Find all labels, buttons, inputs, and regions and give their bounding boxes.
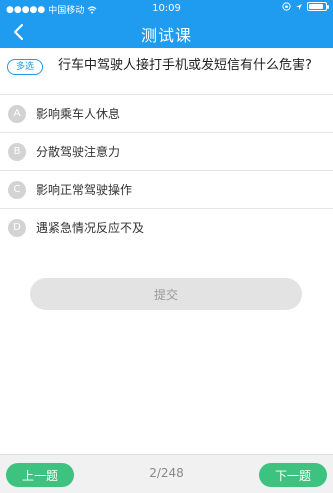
question-panel: 多选 行车中驾驶人接打手机或发短信有什么危害? A 影响乘车人休息 B 分散驾驶… <box>0 48 333 454</box>
next-question-button[interactable]: 下一题 <box>259 463 327 487</box>
option-text: 影响正常驾驶操作 <box>36 183 133 197</box>
submit-button[interactable]: 提交 <box>30 278 302 310</box>
option-letter: A <box>8 104 26 123</box>
question-type-badge: 多选 <box>7 59 43 75</box>
option-text: 遇紧急情况反应不及 <box>36 221 145 235</box>
question: 多选 行车中驾驶人接打手机或发短信有什么危害? <box>0 48 333 94</box>
option-letter: C <box>8 180 26 199</box>
location-icon <box>296 3 302 10</box>
option-text: 分散驾驶注意力 <box>36 145 121 159</box>
question-text: 行车中驾驶人接打手机或发短信有什么危害? <box>58 58 312 73</box>
battery-icon <box>307 2 329 11</box>
app-header: ●●●●● 中国移动 10:09 测试课 <box>0 0 333 48</box>
status-right <box>282 2 329 11</box>
option-text: 影响乘车人休息 <box>36 107 121 121</box>
option-letter: D <box>8 218 26 237</box>
option-letter: B <box>8 142 26 161</box>
nav-bar: 测试课 <box>0 16 333 48</box>
battery-level <box>309 4 324 9</box>
option-d[interactable]: D 遇紧急情况反应不及 <box>0 208 333 246</box>
footer-nav: 上一题 2/248 下一题 <box>0 454 333 493</box>
status-bar: ●●●●● 中国移动 10:09 <box>0 0 333 16</box>
page-title: 测试课 <box>140 26 192 45</box>
lock-rotation-icon <box>282 2 291 11</box>
option-c[interactable]: C 影响正常驾驶操作 <box>0 170 333 208</box>
option-a[interactable]: A 影响乘车人休息 <box>0 94 333 132</box>
option-b[interactable]: B 分散驾驶注意力 <box>0 132 333 170</box>
